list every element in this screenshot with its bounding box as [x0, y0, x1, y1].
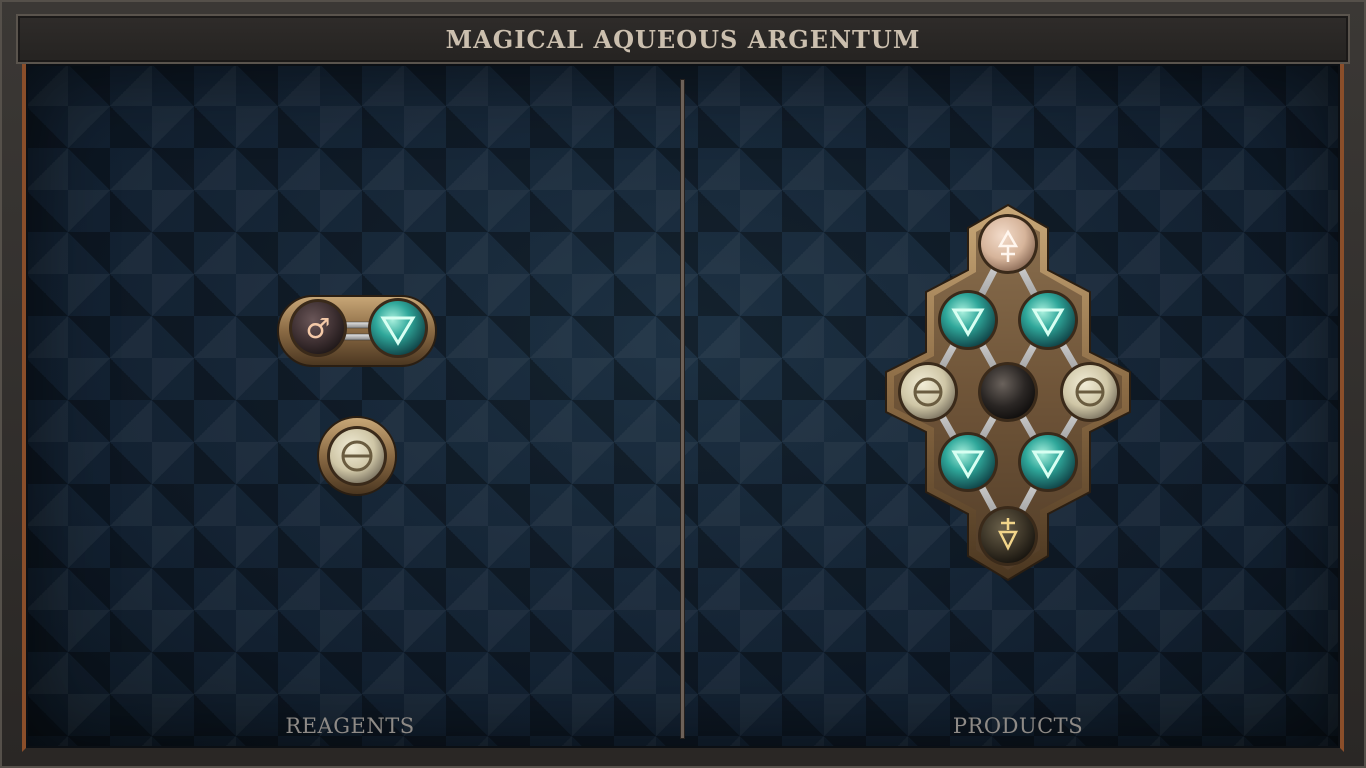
reagent-salt[interactable] — [317, 416, 397, 496]
bond — [342, 321, 372, 329]
sulfur-mix-atom — [978, 506, 1038, 566]
water-atom — [1018, 432, 1078, 492]
quicksilver-atom — [978, 362, 1038, 422]
water-atom — [938, 290, 998, 350]
copper-mix-atom — [978, 214, 1038, 274]
bond — [342, 333, 372, 341]
water-atom — [1018, 290, 1078, 350]
iron-symbol-icon: ♂ — [305, 312, 330, 345]
salt-atom — [898, 362, 958, 422]
product-argentum[interactable] — [885, 203, 1131, 582]
water-atom — [938, 432, 998, 492]
reagents-area: ♂ — [0, 0, 1366, 768]
reagent-iron-water[interactable]: ♂ — [277, 295, 437, 367]
salt-atom — [1060, 362, 1120, 422]
water-atom — [368, 298, 428, 358]
iron-atom: ♂ — [289, 299, 347, 357]
